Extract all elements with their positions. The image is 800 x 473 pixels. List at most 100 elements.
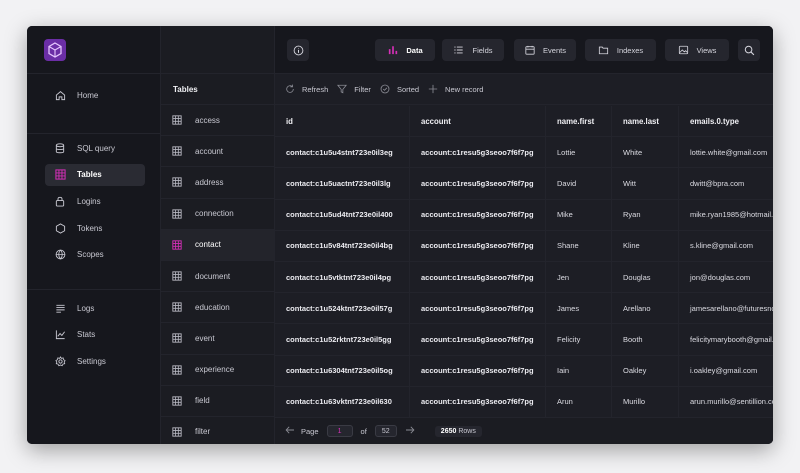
table-item-education[interactable]: education — [161, 292, 274, 324]
tab-fields[interactable]: Fields — [442, 39, 504, 61]
nav-item-settings[interactable]: Settings — [45, 350, 145, 372]
nav-item-tables[interactable]: Tables — [45, 163, 145, 186]
cell-id[interactable]: contact:c1u63vktnt723e0il630 — [275, 386, 410, 417]
table-row[interactable]: contact:c1u5ud4tnt723e0il400 account:c1r… — [275, 199, 773, 231]
column-header-name-first[interactable]: name.first — [546, 106, 612, 137]
cell-email[interactable]: i.oakley@gmail.com — [679, 356, 773, 386]
cell-name-first[interactable]: Arun — [546, 386, 612, 417]
cell-id[interactable]: contact:c1u524ktnt723e0il57g — [275, 293, 410, 324]
tab-events[interactable]: Events — [514, 39, 576, 61]
cell-name-last[interactable]: Ryan — [612, 199, 679, 230]
cell-name-last[interactable]: Oakley — [612, 355, 679, 386]
toolbar: Refresh Filter Sorted New record — [275, 74, 773, 105]
column-header-name-last[interactable]: name.last — [612, 106, 679, 137]
nav-item-stats[interactable]: Stats — [45, 324, 145, 346]
cell-name-last[interactable]: Murillo — [612, 386, 679, 417]
table-icon — [54, 169, 66, 181]
cell-name-last[interactable]: Booth — [612, 324, 679, 355]
prev-page-icon[interactable] — [285, 426, 295, 436]
tab-data[interactable]: Data — [375, 39, 435, 61]
cell-account[interactable]: account:c1resu5g3seoo7f6f7pg — [410, 230, 546, 261]
table-item-access[interactable]: access — [161, 105, 274, 137]
cell-email[interactable]: felicitymarybooth@gmail.com — [679, 324, 773, 354]
cell-id[interactable]: contact:c1u5uactnt723e0il3lg — [275, 168, 410, 199]
search-button[interactable] — [738, 39, 760, 61]
cell-email[interactable]: s.kline@gmail.com — [679, 231, 773, 261]
column-header-emails-type[interactable]: emails.0.type — [679, 106, 773, 136]
cell-name-first[interactable]: David — [546, 168, 612, 199]
nav-item-logs[interactable]: Logs — [45, 297, 145, 319]
table-row[interactable]: contact:c1u524ktnt723e0il57g account:c1r… — [275, 293, 773, 325]
nav-item-tokens[interactable]: Tokens — [45, 217, 145, 239]
nav-item-scopes[interactable]: Scopes — [45, 244, 145, 266]
refresh-button[interactable]: Refresh — [285, 84, 328, 94]
cell-name-last[interactable]: Kline — [612, 230, 679, 261]
table-item-document[interactable]: document — [161, 261, 274, 293]
table-list: access account address connection contac… — [161, 105, 274, 444]
cell-id[interactable]: contact:c1u5u4stnt723e0il3eg — [275, 137, 410, 168]
cell-account[interactable]: account:c1resu5g3seoo7f6f7pg — [410, 261, 546, 293]
nav-item-home[interactable]: Home — [45, 84, 145, 106]
cell-email[interactable]: jon@douglas.com — [679, 262, 773, 292]
cell-account[interactable]: account:c1resu5g3seoo7f6f7pg — [410, 168, 546, 199]
cell-name-first[interactable]: Mike — [546, 199, 612, 230]
tab-views[interactable]: Views — [665, 39, 729, 61]
cell-email[interactable]: dwitt@bpra.com — [679, 168, 773, 198]
cell-email[interactable]: mike.ryan1985@hotmail.com — [679, 200, 773, 230]
rows-count-badge: 2650 Rows — [434, 425, 482, 437]
page-input[interactable]: 1 — [326, 425, 353, 437]
table-item-contact[interactable]: contact — [161, 229, 274, 261]
next-page-icon[interactable] — [405, 426, 415, 436]
table-row[interactable]: contact:c1u63vktnt723e0il630 account:c1r… — [275, 386, 773, 418]
table-row[interactable]: contact:c1u6304tnt723e0il5og account:c1r… — [275, 355, 773, 387]
tab-label: Views — [696, 45, 717, 55]
table-item-address[interactable]: address — [161, 167, 274, 199]
cell-email[interactable]: jamesarellano@futuresnow.com — [679, 293, 773, 323]
table-item-account[interactable]: account — [161, 136, 274, 168]
cell-name-first[interactable]: Lottie — [546, 137, 612, 168]
cell-id[interactable]: contact:c1u5ud4tnt723e0il400 — [275, 199, 410, 230]
info-button[interactable] — [287, 39, 309, 61]
cell-account[interactable]: account:c1resu5g3seoo7f6f7pg — [410, 355, 546, 386]
column-header-account[interactable]: account — [410, 106, 546, 137]
cell-email[interactable]: arun.murillo@sentillion.com — [679, 387, 773, 417]
table-item-field[interactable]: field — [161, 386, 274, 417]
cell-name-last[interactable]: Douglas — [612, 261, 679, 293]
cell-account[interactable]: account:c1resu5g3seoo7f6f7pg — [410, 293, 546, 324]
cell-name-first[interactable]: Iain — [546, 355, 612, 386]
table-item-filter[interactable]: filter — [161, 417, 274, 444]
logo-icon[interactable] — [44, 39, 66, 61]
cell-id[interactable]: contact:c1u5vtktnt723e0il4pg — [275, 261, 410, 293]
cell-account[interactable]: account:c1resu5g3seoo7f6f7pg — [410, 137, 546, 168]
table-item-event[interactable]: event — [161, 323, 274, 355]
cell-name-last[interactable]: Arellano — [612, 293, 679, 324]
new-record-button[interactable]: New record — [428, 84, 483, 94]
cell-id[interactable]: contact:c1u5v84tnt723e0il4bg — [275, 230, 410, 261]
tab-label: Indexes — [616, 45, 644, 55]
cell-account[interactable]: account:c1resu5g3seoo7f6f7pg — [410, 324, 546, 355]
table-row[interactable]: contact:c1u5v84tnt723e0il4bg account:c1r… — [275, 230, 773, 262]
table-row[interactable]: contact:c1u5u4stnt723e0il3eg account:c1r… — [275, 137, 773, 169]
cell-name-last[interactable]: Witt — [612, 168, 679, 199]
cell-account[interactable]: account:c1resu5g3seoo7f6f7pg — [410, 199, 546, 230]
table-row[interactable]: contact:c1u5uactnt723e0il3lg account:c1r… — [275, 168, 773, 200]
table-item-experience[interactable]: experience — [161, 355, 274, 386]
table-item-connection[interactable]: connection — [161, 199, 274, 230]
cell-name-first[interactable]: Shane — [546, 230, 612, 261]
nav-item-logins[interactable]: Logins — [45, 190, 145, 212]
sorted-button[interactable]: Sorted — [380, 84, 419, 94]
cell-name-last[interactable]: White — [612, 137, 679, 168]
nav-item-sql-query[interactable]: SQL query — [45, 137, 145, 159]
cell-id[interactable]: contact:c1u6304tnt723e0il5og — [275, 355, 410, 386]
table-row[interactable]: contact:c1u52rktnt723e0il5gg account:c1r… — [275, 324, 773, 356]
filter-button[interactable]: Filter — [337, 84, 371, 94]
column-header-id[interactable]: id — [275, 106, 410, 137]
cell-name-first[interactable]: James — [546, 293, 612, 324]
tab-indexes[interactable]: Indexes — [585, 39, 656, 61]
table-row[interactable]: contact:c1u5vtktnt723e0il4pg account:c1r… — [275, 261, 773, 294]
cell-id[interactable]: contact:c1u52rktnt723e0il5gg — [275, 324, 410, 355]
cell-name-first[interactable]: Jen — [546, 261, 612, 293]
cell-name-first[interactable]: Felicity — [546, 324, 612, 355]
cell-account[interactable]: account:c1resu5g3seoo7f6f7pg — [410, 386, 546, 417]
cell-email[interactable]: lottie.white@gmail.com — [679, 137, 773, 167]
